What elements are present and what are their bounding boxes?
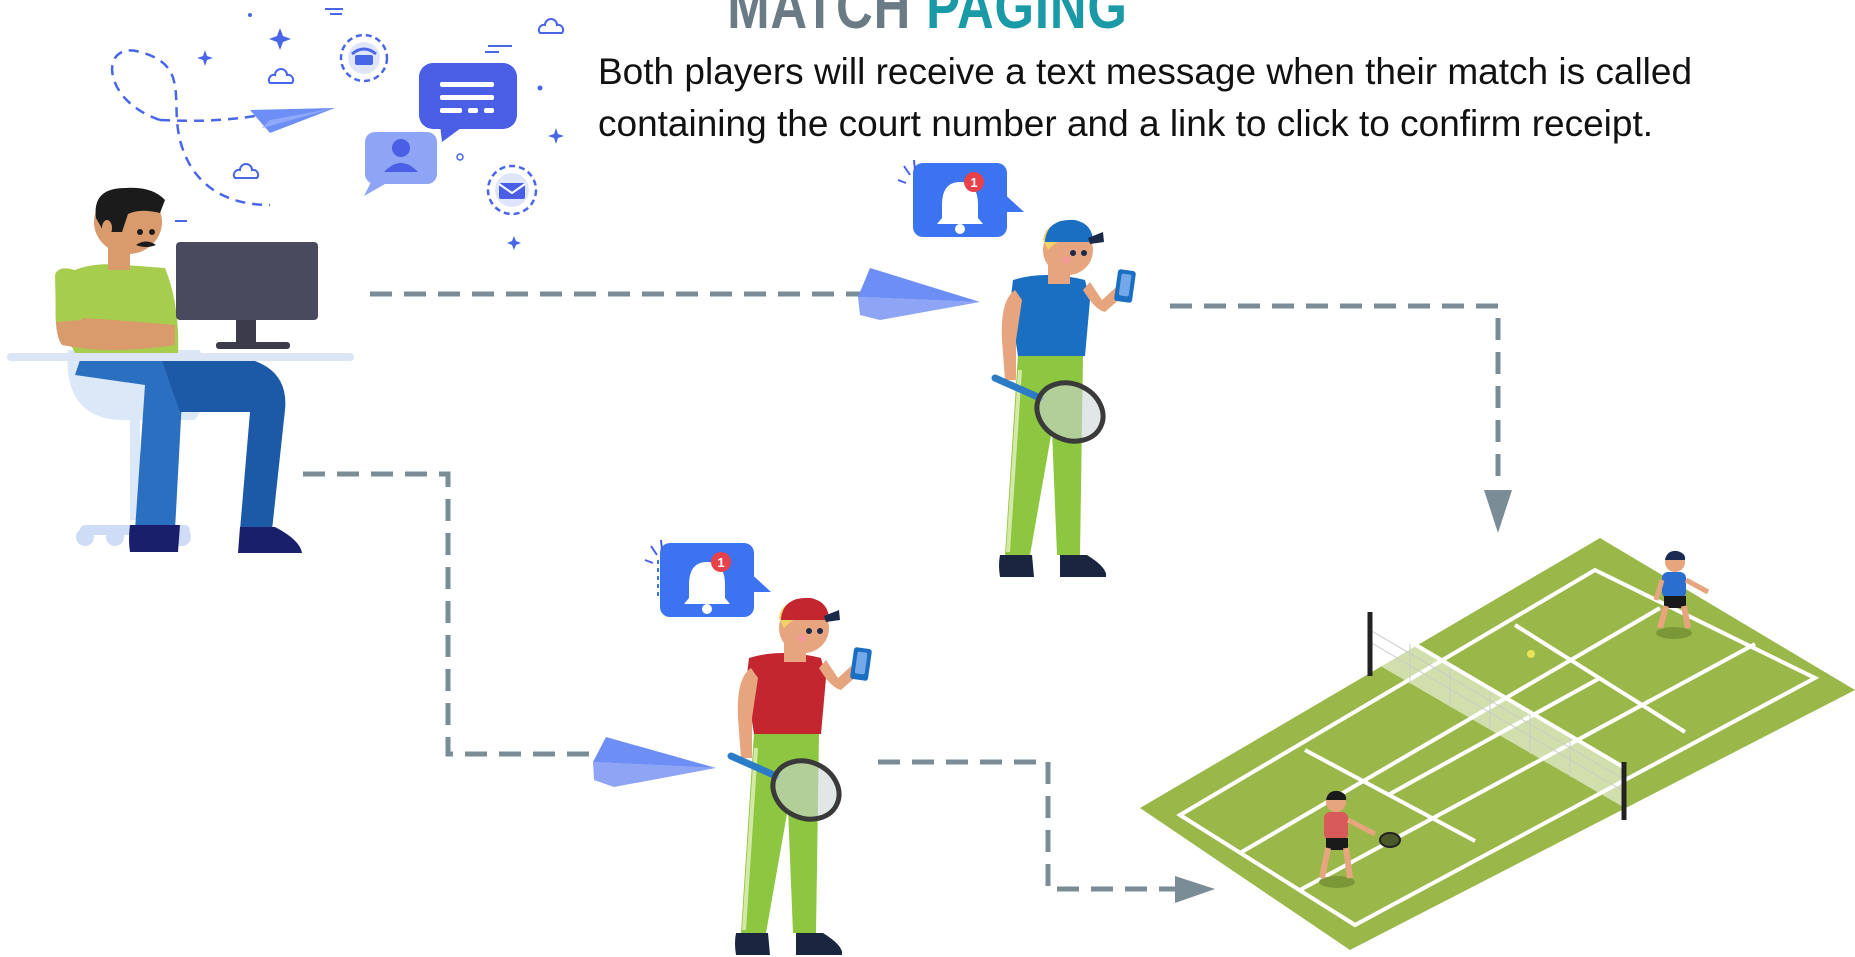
connector-admin-to-player2: [303, 471, 600, 757]
mail-icon: [486, 164, 538, 216]
paging-illustration: 1 1: [7, 8, 1855, 955]
notification-bell-1: 1: [897, 159, 1024, 237]
paper-plane-icon: [250, 108, 335, 133]
phone-icon: [339, 33, 389, 83]
notification-bell-2: 1: [644, 539, 771, 617]
badge-count: 1: [970, 175, 977, 190]
arrow-right-icon: [1175, 876, 1215, 903]
contact-bubble-icon: [364, 132, 437, 196]
communication-icons: [110, 8, 565, 250]
player-red-shirt: [727, 597, 872, 955]
message-bubble-icon: [419, 63, 517, 142]
paper-plane-icon: [858, 268, 980, 320]
admin-at-computer: [7, 187, 354, 553]
connector-player2-to-court: [878, 759, 1180, 892]
tennis-ball: [1527, 650, 1535, 658]
badge-count: 1: [717, 555, 724, 570]
player-blue-shirt: [991, 219, 1136, 577]
tennis-court: [1140, 538, 1855, 950]
paper-plane-icon: [593, 737, 716, 787]
connector-player1-to-court: [1170, 303, 1501, 488]
arrow-down-icon: [1484, 490, 1512, 533]
